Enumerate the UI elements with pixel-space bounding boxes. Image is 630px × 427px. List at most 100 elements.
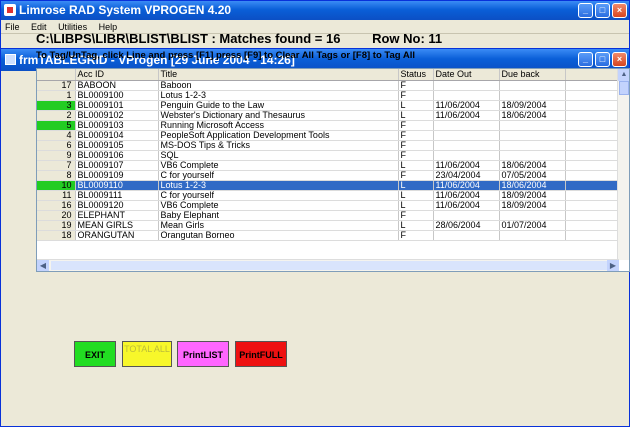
close-icon[interactable]: × [612,52,627,67]
row-index-cell[interactable]: 17 [37,80,76,91]
extra-cell[interactable] [565,100,626,111]
title-cell[interactable]: PeopleSoft Application Development Tools [158,130,399,141]
date-out-cell[interactable]: 11/06/2004 [433,160,500,171]
menu-file[interactable]: File [5,22,20,32]
row-index-cell[interactable]: 8 [37,170,76,181]
date-out-cell[interactable] [433,140,500,151]
status-cell[interactable]: L [398,190,434,201]
extra-cell[interactable] [565,160,626,171]
title-cell[interactable]: C for yourself [158,170,399,181]
total-all-button[interactable]: TOTAL ALL [122,341,172,367]
table-row[interactable]: 11 BL0009111 C for yourself L 11/06/2004 18/0… [37,190,626,201]
title-cell[interactable]: Webster's Dictionary and Thesaurus [158,110,399,121]
due-back-cell[interactable] [499,90,566,101]
due-back-cell[interactable] [499,140,566,151]
status-cell[interactable]: L [398,180,434,191]
acc-id-cell[interactable]: BL0009111 [75,190,159,201]
col-header-title[interactable]: Title [158,69,399,81]
acc-id-cell[interactable]: ORANGUTAN [75,230,159,241]
due-back-cell[interactable] [499,130,566,141]
row-index-cell[interactable]: 3 [37,100,76,111]
date-out-cell[interactable]: 11/06/2004 [433,110,500,121]
extra-cell[interactable] [565,220,626,231]
due-back-cell[interactable] [499,230,566,241]
table-row[interactable]: 3 BL0009101 Penguin Guide to the Law L 11/06… [37,100,626,111]
date-out-cell[interactable]: 11/06/2004 [433,180,500,191]
extra-cell[interactable] [565,210,626,221]
extra-cell[interactable] [565,170,626,181]
date-out-cell[interactable] [433,230,500,241]
maximize-icon[interactable]: □ [595,52,610,67]
row-index-cell[interactable]: 5 [37,120,76,131]
row-index-cell[interactable]: 6 [37,140,76,151]
acc-id-cell[interactable]: BL0009100 [75,90,159,101]
table-row[interactable]: 2 BL0009102 Webster's Dictionary and Thesa… [37,110,626,121]
extra-cell[interactable] [565,190,626,201]
exit-button[interactable]: EXIT [74,341,116,367]
due-back-cell[interactable] [499,120,566,131]
date-out-cell[interactable] [433,80,500,91]
minimize-icon[interactable]: _ [578,52,593,67]
table-row[interactable]: 1 BL0009100 Lotus 1-2-3 F [37,90,626,101]
acc-id-cell[interactable]: BL0009101 [75,100,159,111]
status-cell[interactable]: L [398,220,434,231]
table-row[interactable]: 6 BL0009105 MS-DOS Tips & Tricks F [37,140,626,151]
status-cell[interactable]: F [398,130,434,141]
row-index-cell[interactable]: 9 [37,150,76,161]
table-row[interactable]: 20 ELEPHANT Baby Elephant F [37,210,626,221]
title-cell[interactable]: Lotus 1-2-3 [158,90,399,101]
minimize-icon[interactable]: _ [578,3,593,18]
status-cell[interactable]: L [398,100,434,111]
title-cell[interactable]: Baboon [158,80,399,91]
acc-id-cell[interactable]: BL0009106 [75,150,159,161]
extra-cell[interactable] [565,150,626,161]
status-cell[interactable]: L [398,160,434,171]
maximize-icon[interactable]: □ [595,3,610,18]
title-cell[interactable]: C for yourself [158,190,399,201]
col-header-date-out[interactable]: Date Out [433,69,500,81]
extra-cell[interactable] [565,120,626,131]
status-cell[interactable]: F [398,150,434,161]
col-header-due-back[interactable]: Due back [499,69,566,81]
due-back-cell[interactable]: 18/06/2004 [499,180,566,191]
table-row[interactable]: 17 BABOON Baboon F [37,80,626,91]
extra-cell[interactable] [565,80,626,91]
due-back-cell[interactable]: 18/09/2004 [499,100,566,111]
table-row[interactable]: 7 BL0009107 VB6 Complete L 11/06/2004 18/06/2… [37,160,626,171]
row-index-cell[interactable]: 11 [37,190,76,201]
row-index-cell[interactable]: 19 [37,220,76,231]
date-out-cell[interactable] [433,120,500,131]
acc-id-cell[interactable]: BL0009120 [75,200,159,211]
acc-id-cell[interactable]: BABOON [75,80,159,91]
title-cell[interactable]: Penguin Guide to the Law [158,100,399,111]
acc-id-cell[interactable]: MEAN GIRLS [75,220,159,231]
row-index-cell[interactable]: 20 [37,210,76,221]
vertical-scrollbar[interactable]: ▲ [617,69,629,260]
acc-id-cell[interactable]: ELEPHANT [75,210,159,221]
print-full-button[interactable]: PrintFULL [235,341,287,367]
row-index-cell[interactable]: 18 [37,230,76,241]
extra-cell[interactable] [565,140,626,151]
horizontal-scrollbar[interactable]: ◀ ▶ [37,259,619,271]
scroll-right-icon[interactable]: ▶ [607,260,619,271]
extra-cell[interactable] [565,230,626,241]
due-back-cell[interactable]: 18/06/2004 [499,110,566,121]
title-cell[interactable]: SQL [158,150,399,161]
extra-cell[interactable] [565,180,626,191]
date-out-cell[interactable]: 11/06/2004 [433,190,500,201]
acc-id-cell[interactable]: BL0009110 [75,180,159,191]
status-cell[interactable]: F [398,120,434,131]
table-row[interactable]: 9 BL0009106 SQL F [37,150,626,161]
col-header-status[interactable]: Status [398,69,434,81]
col-header-index[interactable] [37,69,76,81]
acc-id-cell[interactable]: BL0009109 [75,170,159,181]
status-cell[interactable]: F [398,210,434,221]
row-index-cell[interactable]: 16 [37,200,76,211]
title-cell[interactable]: Orangutan Borneo [158,230,399,241]
row-index-cell[interactable]: 2 [37,110,76,121]
acc-id-cell[interactable]: BL0009102 [75,110,159,121]
table-grid[interactable]: Acc ID Title Status Date Out Due back 17… [36,68,630,272]
due-back-cell[interactable] [499,80,566,91]
title-cell[interactable]: Lotus 1-2-3 [158,180,399,191]
table-row[interactable]: 5 BL0009103 Running Microsoft Access F [37,120,626,131]
